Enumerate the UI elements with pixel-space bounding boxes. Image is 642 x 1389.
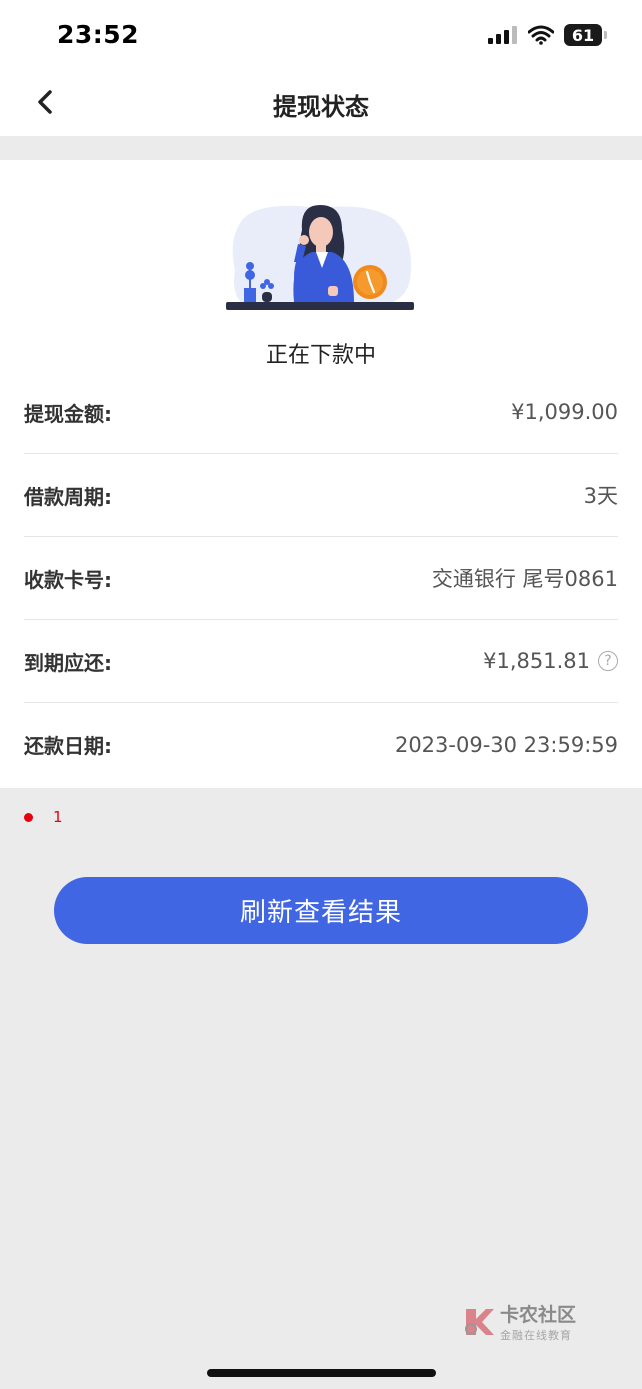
due-amount-row: 到期应还: ¥1,851.81 ?	[24, 620, 618, 703]
status-icons: 61	[488, 24, 607, 46]
status-bar: 23:52 61	[0, 0, 642, 70]
status-time: 23:52	[57, 20, 140, 49]
note: 1	[24, 808, 63, 826]
row-label: 到期应还:	[24, 650, 112, 675]
signal-icon	[488, 26, 517, 44]
row-label: 提现金额:	[24, 401, 112, 426]
watermark-title: 卡农社区	[500, 1304, 577, 1326]
bank-card-row: 收款卡号: 交通银行 尾号0861	[24, 537, 618, 620]
row-label: 收款卡号:	[24, 567, 112, 592]
loan-period-row: 借款周期: 3天	[24, 454, 618, 537]
woman-waiting-illustration	[226, 205, 414, 310]
battery-level: 61	[571, 25, 595, 45]
row-value: 交通银行 尾号0861	[431, 567, 618, 591]
watermark-subtitle: 金融在线教育	[500, 1329, 572, 1342]
row-label: 还款日期:	[24, 734, 112, 758]
withdrawal-card: 正在下款中 提现金额: ¥1,099.00 借款周期: 3天 收款卡号: 交通银…	[0, 160, 642, 788]
row-value: 3天	[583, 484, 618, 508]
question-circle-icon[interactable]: ?	[598, 651, 618, 671]
refresh-result-button[interactable]: 刷新查看结果	[54, 877, 588, 944]
repayment-date-row: 还款日期: 2023-09-30 23:59:59	[24, 703, 618, 786]
detail-rows: 提现金额: ¥1,099.00 借款周期: 3天 收款卡号: 交通银行 尾号08…	[24, 371, 618, 786]
nav-bar: 提现状态	[0, 70, 642, 136]
watermark: 卡农社区 金融在线教育	[462, 1300, 576, 1343]
battery-icon: 61	[564, 24, 607, 46]
row-value: ¥1,851.81	[483, 649, 590, 673]
row-label: 借款周期:	[24, 484, 112, 509]
red-dot-icon	[24, 812, 33, 822]
note-text: 1	[53, 808, 63, 826]
home-indicator[interactable]	[207, 1369, 436, 1377]
row-value: ¥1,099.00	[511, 400, 618, 424]
amount-row: 提现金额: ¥1,099.00	[24, 371, 618, 454]
withdrawal-status-text: 正在下款中	[265, 343, 376, 368]
page-title: 提现状态	[273, 93, 369, 121]
wifi-icon	[528, 25, 554, 45]
row-value: 2023-09-30 23:59:59	[394, 732, 618, 757]
kanong-logo-icon	[465, 1308, 494, 1335]
